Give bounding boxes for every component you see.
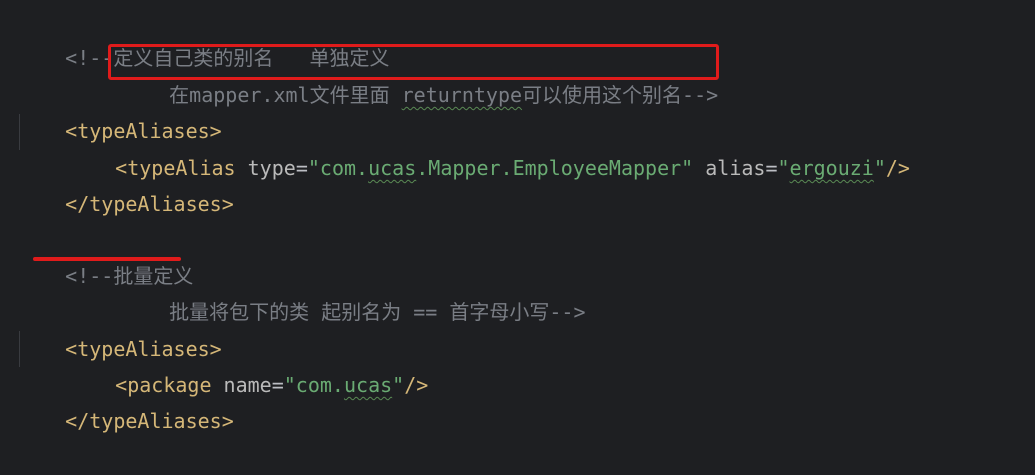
code-line-7: <!--批量定义 <box>17 222 193 288</box>
code-line-1: <!--定义自己类的别名 单独定义 <box>17 4 389 70</box>
attribute-value: "com. <box>307 156 369 180</box>
attribute-value: " <box>873 156 886 180</box>
attribute-value: " <box>777 156 790 180</box>
typo-word: returntype <box>401 83 523 107</box>
typo-word: ergouzi <box>789 156 874 180</box>
code-line-5: </typeAliases> <box>17 150 234 216</box>
xml-tag: </typeAliases> <box>65 409 234 433</box>
xml-tag: </typeAliases> <box>65 192 234 216</box>
xml-attribute: type <box>235 156 296 180</box>
code-line-9: <typeAliases> <box>17 295 222 361</box>
typo-word: ucas <box>368 156 417 180</box>
code-line-11: </typeAliases> <box>17 367 234 433</box>
equals-sign: = <box>765 156 778 180</box>
code-line-4: <typeAlias type="com.ucas.Mapper.Employe… <box>67 114 910 180</box>
attribute-value: .Mapper.EmployeeMapper" <box>416 156 694 180</box>
typo-word: ucas <box>343 373 393 397</box>
code-line-3: <typeAliases> <box>17 77 222 143</box>
red-highlight-box <box>108 44 719 80</box>
xml-attribute: alias <box>693 156 766 180</box>
code-line-10: <package name="com.ucas"/> <box>67 331 428 397</box>
code-line-8: 批量将包下的类 起别名为 == 首字母小写--> <box>121 258 585 324</box>
comment-text: 批量将包下的类 起别名为 == 首字母小写--> <box>169 300 586 324</box>
xml-tag: /> <box>885 156 910 180</box>
red-highlight-underline <box>33 257 181 261</box>
attribute-value: "com. <box>283 373 344 397</box>
equals-sign: = <box>271 373 284 397</box>
equals-sign: = <box>295 156 308 180</box>
comment-text: 可以使用这个别名--> <box>522 83 719 107</box>
xml-tag: /> <box>404 373 429 397</box>
attribute-value: " <box>392 373 405 397</box>
